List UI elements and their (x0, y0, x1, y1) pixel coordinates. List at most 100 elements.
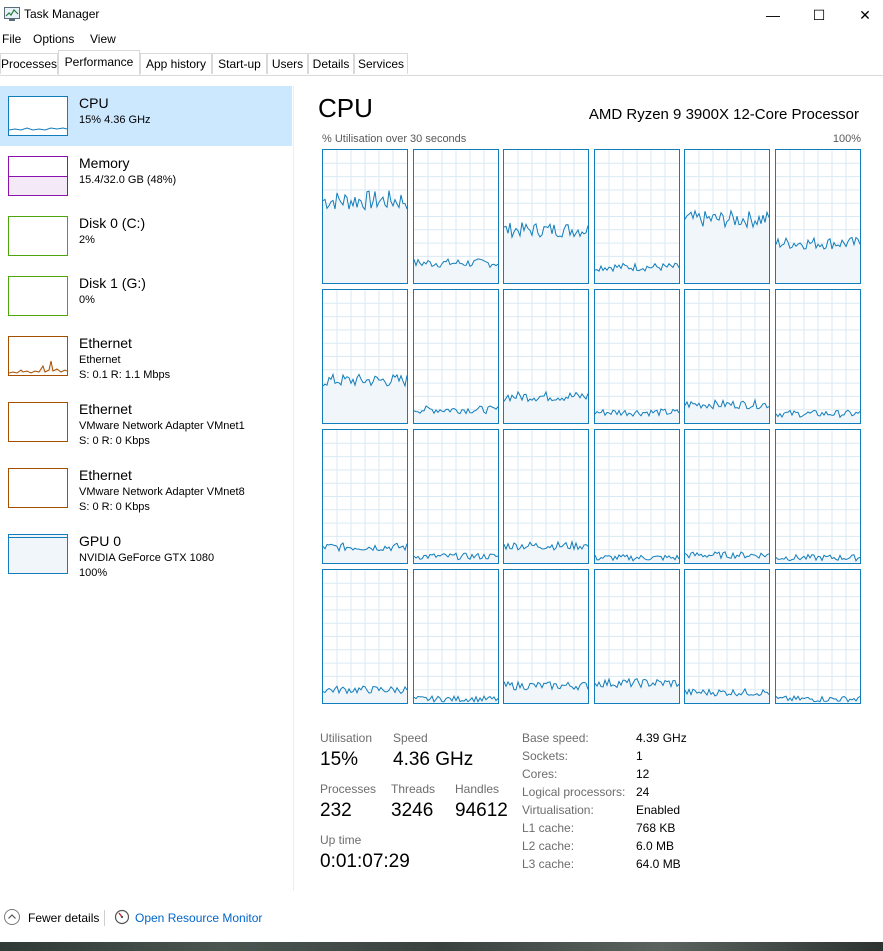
core-graph-7 (412, 289, 499, 424)
speed-label: Speed (393, 731, 428, 745)
core-graph-11 (775, 289, 861, 424)
fewer-details-button[interactable]: Fewer details (28, 911, 99, 925)
sidebar-item-disk-0[interactable]: Disk 0 (C:) 2% (0, 206, 292, 266)
tab-processes[interactable]: Processes (0, 53, 58, 74)
base-speed-value: 4.39 GHz (636, 731, 687, 745)
sidebar-item-ethernet-vmnet1[interactable]: Ethernet VMware Network Adapter VMnet1 S… (0, 392, 292, 458)
handles-label: Handles (455, 782, 500, 796)
sidebar-item-disk-1[interactable]: Disk 1 (G:) 0% (0, 266, 292, 326)
l1-cache-label: L1 cache: (522, 821, 575, 835)
processor-name: AMD Ryzen 9 3900X 12-Core Processor (588, 106, 859, 123)
core-graph-14 (503, 429, 590, 564)
sidebar-item-ethernet-vmnet8[interactable]: Ethernet VMware Network Adapter VMnet8 S… (0, 458, 292, 524)
graph-caption: % Utilisation over 30 seconds (322, 133, 467, 145)
core-graph-17 (775, 429, 861, 564)
l2-cache-label: L2 cache: (522, 839, 575, 853)
sidebar-item-rate: S: 0 R: 0 Kbps (79, 501, 150, 513)
minimize-button[interactable]: — (750, 0, 796, 30)
sidebar-item-detail: 0% (79, 294, 95, 306)
ethernet-thumbnail-graph (8, 336, 68, 376)
footer-divider (104, 910, 105, 926)
core-graph-10 (684, 289, 771, 424)
core-graph-23 (775, 569, 861, 704)
sidebar-item-memory[interactable]: Memory 15.4/32.0 GB (48%) (0, 146, 292, 206)
core-graph-1 (412, 149, 499, 284)
sidebar-item-detail: VMware Network Adapter VMnet1 (79, 420, 245, 432)
speed-value: 4.36 GHz (393, 749, 474, 770)
l1-cache-value: 768 KB (636, 821, 676, 835)
cores-label: Cores: (522, 767, 558, 781)
chevron-up-icon[interactable] (4, 909, 20, 925)
tab-details[interactable]: Details (308, 53, 354, 74)
threads-label: Threads (391, 782, 436, 796)
core-graph-8 (503, 289, 590, 424)
core-graph-2 (503, 149, 590, 284)
core-graph-12 (322, 429, 408, 564)
core-graph-6 (322, 289, 408, 424)
l3-cache-label: L3 cache: (522, 857, 575, 871)
sidebar-item-detail: NVIDIA GeForce GTX 1080 (79, 552, 215, 564)
l3-cache-value: 64.0 MB (636, 857, 681, 871)
tab-app-history[interactable]: App history (140, 53, 212, 74)
menu-options[interactable]: Options (33, 32, 74, 46)
maximize-button[interactable]: ☐ (796, 0, 842, 30)
vmnet1-thumbnail-graph (8, 402, 68, 442)
core-graph-22 (684, 569, 771, 704)
core-graph-16 (684, 429, 771, 564)
title-bar: Task Manager — ☐ ✕ (0, 0, 883, 30)
menu-view[interactable]: View (90, 32, 116, 46)
core-graph-18 (322, 569, 408, 704)
sidebar-item-label: Disk 0 (C:) (79, 215, 146, 231)
uptime-value: 0:01:07:29 (320, 851, 410, 872)
sidebar-item-label: Disk 1 (G:) (79, 275, 146, 291)
core-graph-15 (593, 429, 680, 564)
sidebar-item-label: CPU (79, 95, 109, 111)
handles-value: 94612 (455, 800, 508, 821)
gpu-thumbnail-graph (8, 534, 68, 574)
resource-monitor-icon[interactable] (114, 909, 130, 925)
window-title: Task Manager (24, 7, 100, 21)
processes-label: Processes (320, 782, 377, 796)
logical-processors-label: Logical processors: (522, 785, 626, 799)
desktop-background (0, 942, 883, 951)
sidebar-item-label: GPU 0 (79, 533, 122, 549)
tab-services[interactable]: Services (354, 53, 408, 74)
footer-bar: Fewer details Open Resource Monitor (0, 904, 883, 934)
sockets-label: Sockets: (522, 749, 569, 763)
open-resource-monitor-link[interactable]: Open Resource Monitor (135, 911, 262, 925)
sidebar-item-ethernet[interactable]: Ethernet Ethernet S: 0.1 R: 1.1 Mbps (0, 326, 292, 392)
threads-value: 3246 (391, 800, 434, 821)
core-graph-20 (503, 569, 590, 704)
close-button[interactable]: ✕ (842, 0, 883, 30)
tab-strip: Processes Performance App history Start-… (0, 50, 883, 76)
sidebar-item-gpu-0[interactable]: GPU 0 NVIDIA GeForce GTX 1080 100% (0, 524, 292, 590)
core-graph-5 (775, 149, 861, 284)
core-graph-4 (684, 149, 771, 284)
menu-file[interactable]: File (2, 32, 21, 46)
sidebar-item-cpu[interactable]: CPU 15% 4.36 GHz (0, 86, 292, 146)
menu-bar: File Options View (0, 30, 883, 50)
memory-thumbnail-graph (8, 156, 68, 196)
tab-performance[interactable]: Performance (58, 50, 140, 75)
sidebar-item-detail: 15.4/32.0 GB (48%) (79, 174, 177, 186)
task-manager-icon (4, 7, 20, 21)
sidebar-item-rate: S: 0.1 R: 1.1 Mbps (79, 369, 171, 381)
uptime-label: Up time (320, 833, 362, 847)
tab-users[interactable]: Users (267, 53, 308, 74)
tab-start-up[interactable]: Start-up (212, 53, 267, 74)
core-graph-21 (593, 569, 680, 704)
vmnet8-thumbnail-graph (8, 468, 68, 508)
virtualisation-value: Enabled (636, 803, 681, 817)
core-graph-0 (322, 149, 408, 284)
sidebar-item-rate: 100% (79, 567, 108, 579)
sidebar-item-label: Ethernet (79, 401, 132, 417)
pane-divider (293, 86, 294, 891)
processes-value: 232 (320, 800, 352, 821)
sidebar-item-detail: 15% 4.36 GHz (79, 114, 151, 126)
sidebar-item-label: Memory (79, 155, 130, 171)
sidebar-item-detail: Ethernet (79, 354, 121, 366)
utilisation-label: Utilisation (320, 731, 373, 745)
virtualisation-label: Virtualisation: (522, 803, 594, 817)
core-graph-13 (412, 429, 499, 564)
base-speed-label: Base speed: (522, 731, 589, 745)
